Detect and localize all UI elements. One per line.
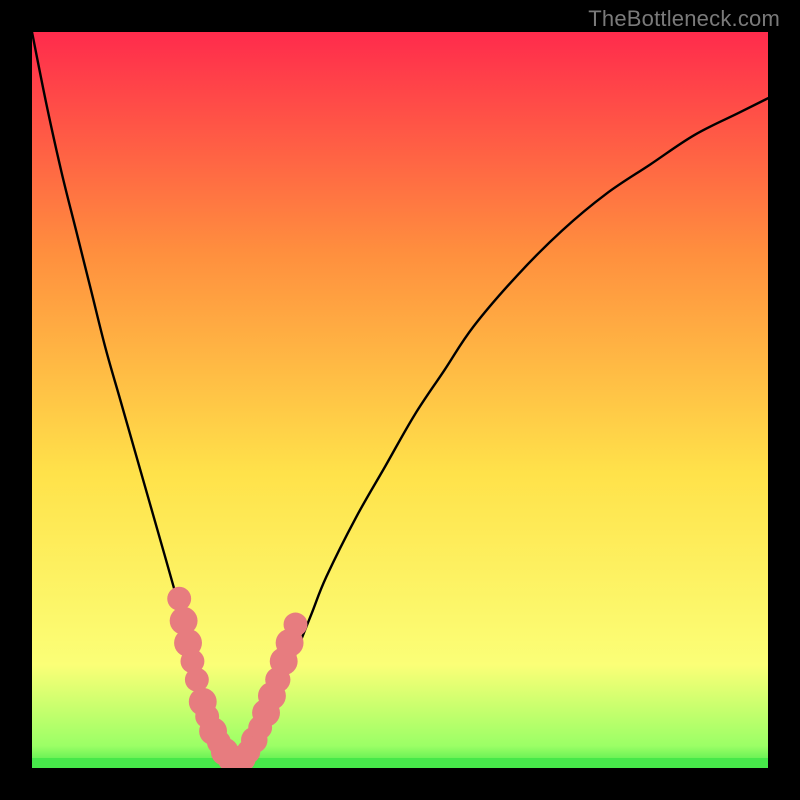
gradient-background — [32, 32, 768, 768]
plot-area — [32, 32, 768, 768]
bottleneck-curve-chart — [32, 32, 768, 768]
curve-marker — [284, 613, 308, 637]
green-band — [32, 758, 768, 768]
curve-marker — [167, 587, 191, 611]
watermark-text: TheBottleneck.com — [588, 6, 780, 32]
chart-frame: TheBottleneck.com — [0, 0, 800, 800]
